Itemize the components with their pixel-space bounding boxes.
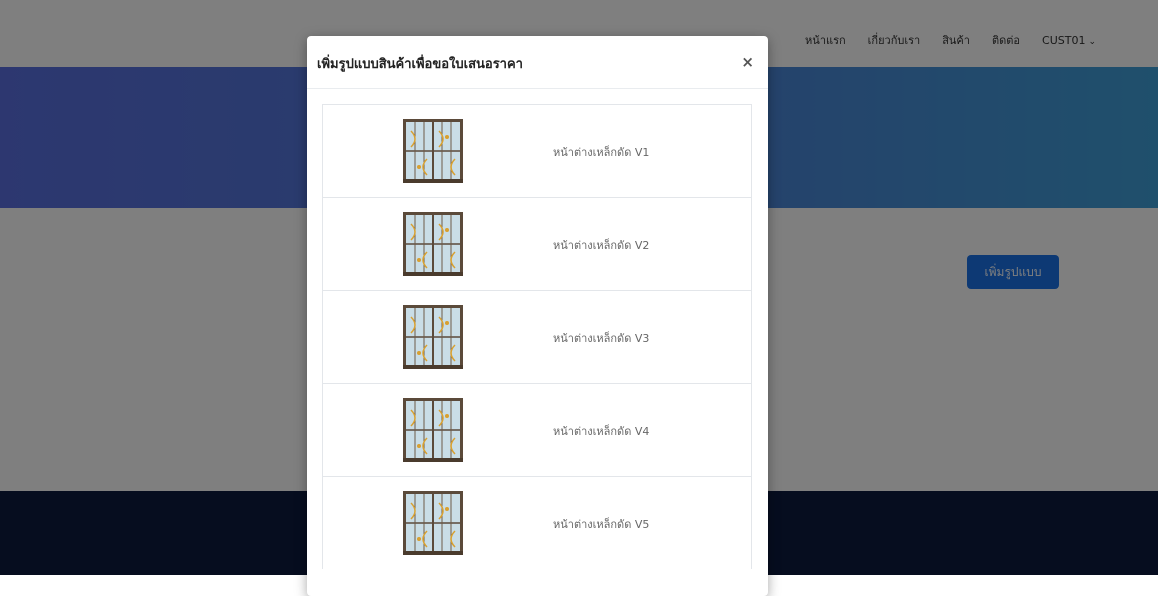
list-item-label: หน้าต่างเหล็กดัด V1 bbox=[553, 146, 650, 159]
list-item[interactable]: หน้าต่างเหล็กดัด V5 bbox=[322, 476, 752, 569]
close-icon[interactable]: × bbox=[741, 53, 754, 71]
list-item[interactable]: หน้าต่างเหล็กดัด V4 bbox=[322, 383, 752, 476]
window-grille-icon bbox=[403, 491, 463, 555]
window-grille-icon bbox=[403, 398, 463, 462]
modal-header: เพิ่มรูปแบบสินค้าเพื่อขอใบเสนอราคา × bbox=[307, 36, 768, 89]
list-item-label: หน้าต่างเหล็กดัด V4 bbox=[553, 425, 650, 438]
add-design-modal: เพิ่มรูปแบบสินค้าเพื่อขอใบเสนอราคา × หน้… bbox=[307, 36, 768, 596]
list-item-label: หน้าต่างเหล็กดัด V3 bbox=[553, 332, 650, 345]
window-grille-icon bbox=[403, 212, 463, 276]
window-grille-icon bbox=[403, 119, 463, 183]
modal-title: เพิ่มรูปแบบสินค้าเพื่อขอใบเสนอราคา bbox=[317, 57, 523, 72]
list-item[interactable]: หน้าต่างเหล็กดัด V3 bbox=[322, 290, 752, 383]
window-grille-icon bbox=[403, 305, 463, 369]
list-item-label: หน้าต่างเหล็กดัด V5 bbox=[553, 518, 650, 531]
list-item-label: หน้าต่างเหล็กดัด V2 bbox=[553, 239, 650, 252]
list-item[interactable]: หน้าต่างเหล็กดัด V2 bbox=[322, 197, 752, 290]
list-item[interactable]: หน้าต่างเหล็กดัด V1 bbox=[322, 104, 752, 197]
product-list: หน้าต่างเหล็กดัด V1 หน้าต่างเหล็กดัด V2 bbox=[322, 104, 752, 569]
